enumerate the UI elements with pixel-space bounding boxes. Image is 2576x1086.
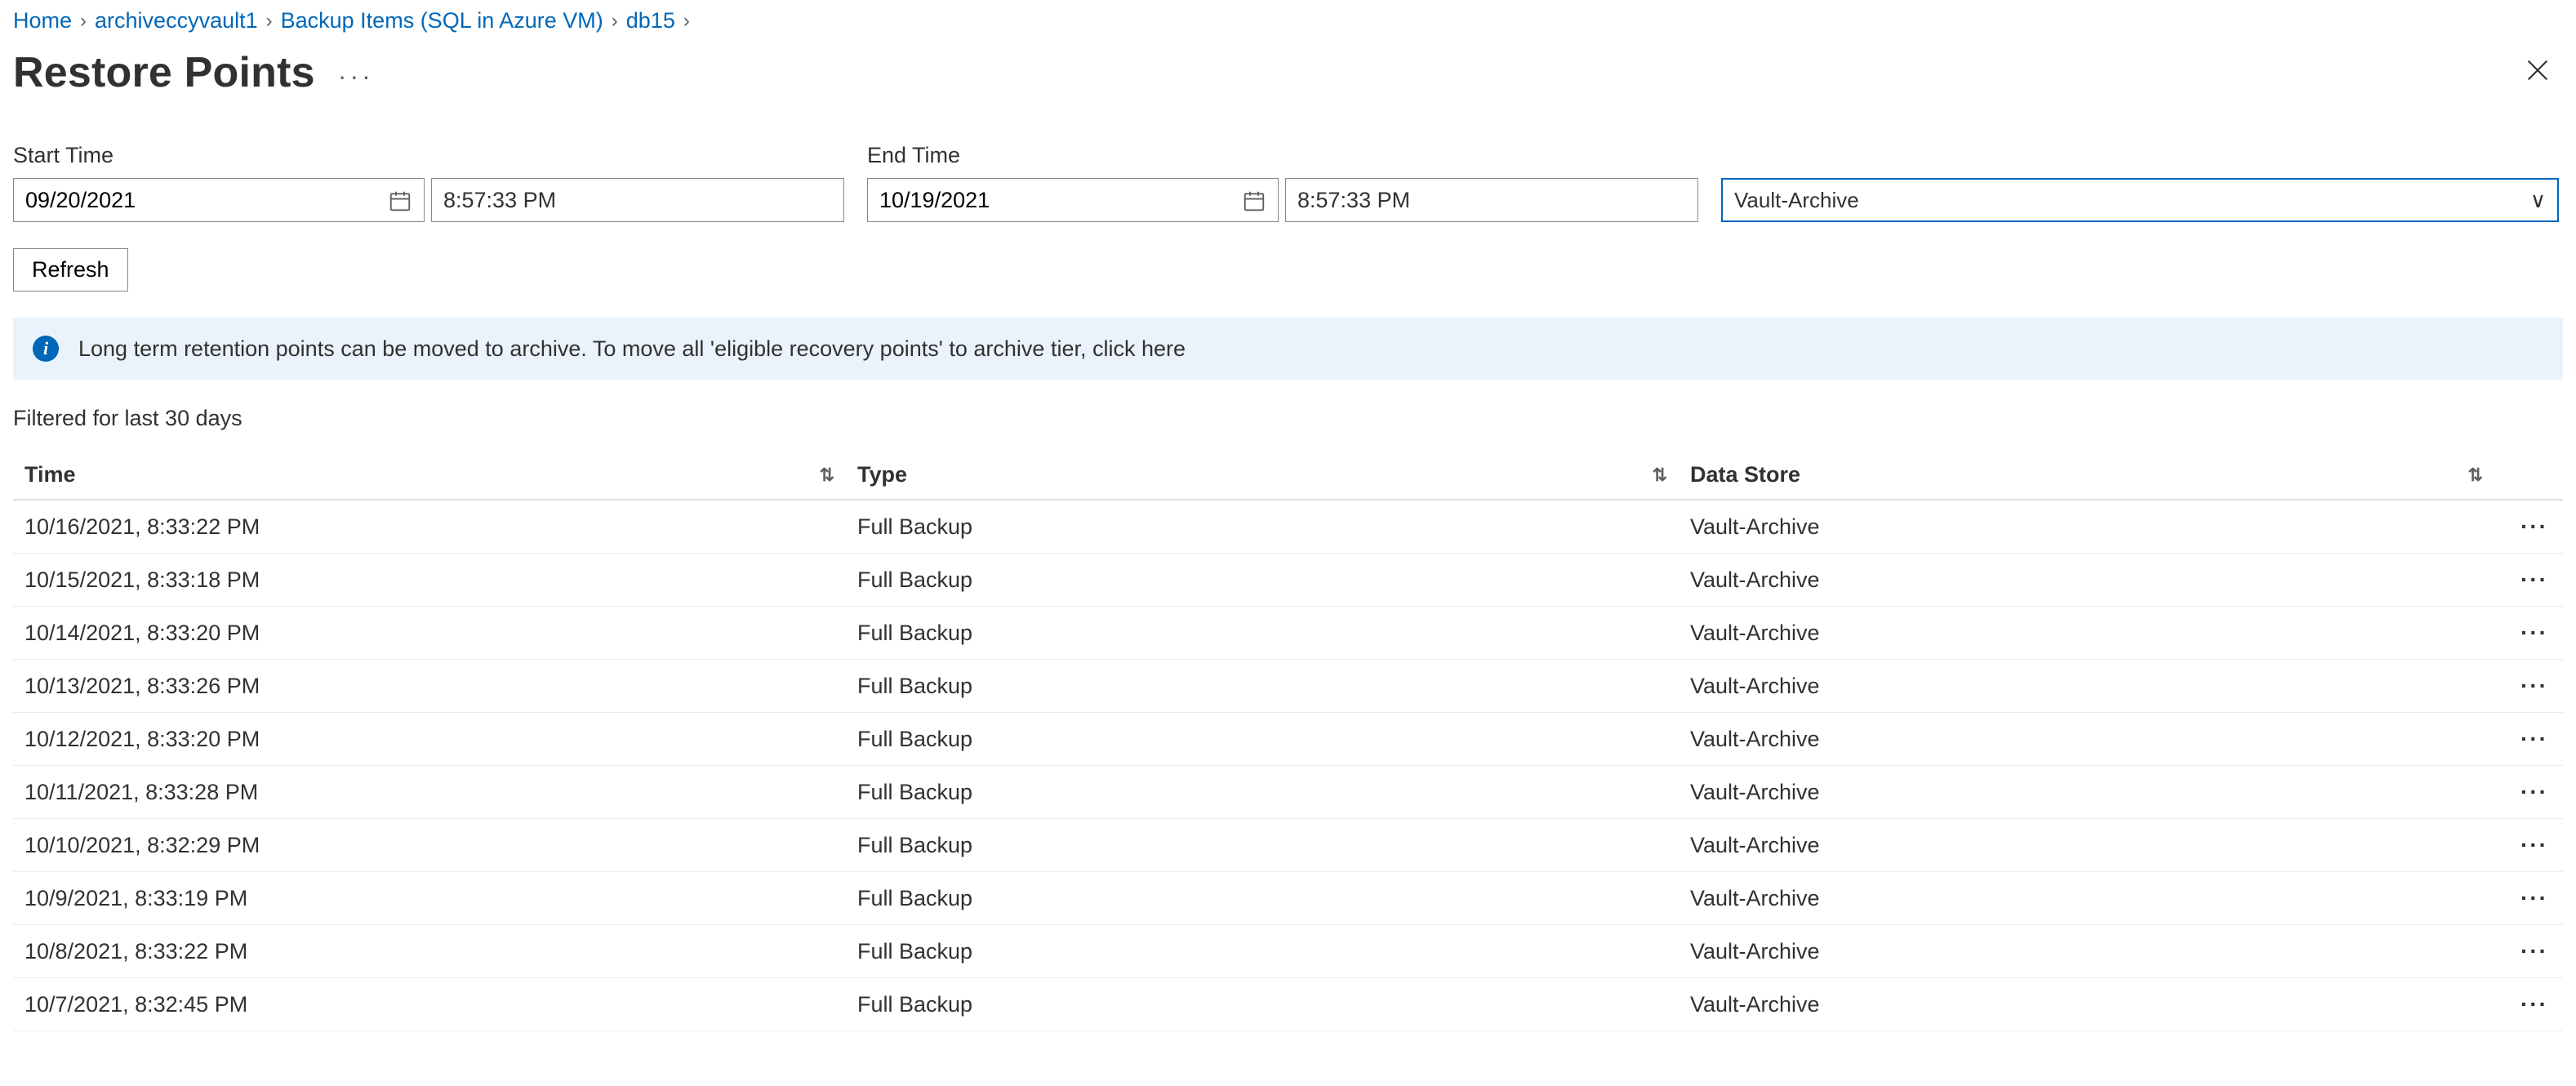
breadcrumb-vault[interactable]: archiveccyvault1 bbox=[95, 8, 258, 33]
cell-time: 10/7/2021, 8:32:45 PM bbox=[24, 992, 857, 1017]
row-more-actions[interactable]: ··· bbox=[2506, 567, 2563, 593]
cell-store: Vault-Archive bbox=[1690, 992, 2506, 1017]
table-row[interactable]: 10/16/2021, 8:33:22 PMFull BackupVault-A… bbox=[13, 501, 2563, 554]
filter-caption: Filtered for last 30 days bbox=[13, 406, 2563, 431]
info-banner[interactable]: i Long term retention points can be move… bbox=[13, 318, 2563, 380]
cell-time: 10/15/2021, 8:33:18 PM bbox=[24, 567, 857, 593]
col-time[interactable]: Time ⇅ bbox=[24, 462, 857, 487]
row-more-actions[interactable]: ··· bbox=[2506, 673, 2563, 699]
row-more-actions[interactable]: ··· bbox=[2506, 991, 2563, 1017]
calendar-icon[interactable] bbox=[1242, 189, 1266, 211]
breadcrumb-backup-items[interactable]: Backup Items (SQL in Azure VM) bbox=[281, 8, 603, 33]
info-text: Long term retention points can be moved … bbox=[78, 336, 1186, 362]
cell-store: Vault-Archive bbox=[1690, 621, 2506, 646]
breadcrumb: Home › archiveccyvault1 › Backup Items (… bbox=[13, 8, 2563, 33]
close-button[interactable] bbox=[2519, 51, 2556, 95]
cell-type: Full Backup bbox=[857, 567, 1690, 593]
cell-store: Vault-Archive bbox=[1690, 780, 2506, 805]
row-more-actions[interactable]: ··· bbox=[2506, 779, 2563, 805]
cell-store: Vault-Archive bbox=[1690, 939, 2506, 964]
table-row[interactable]: 10/14/2021, 8:33:20 PMFull BackupVault-A… bbox=[13, 607, 2563, 660]
table-row[interactable]: 10/9/2021, 8:33:19 PMFull BackupVault-Ar… bbox=[13, 872, 2563, 925]
chevron-right-icon: › bbox=[612, 10, 618, 33]
row-more-actions[interactable]: ··· bbox=[2506, 832, 2563, 858]
restore-points-table: Time ⇅ Type ⇅ Data Store ⇅ 10/16/2021, 8… bbox=[13, 452, 2563, 1031]
col-type-label: Type bbox=[857, 462, 907, 487]
cell-type: Full Backup bbox=[857, 674, 1690, 699]
chevron-right-icon: › bbox=[683, 10, 690, 33]
cell-time: 10/16/2021, 8:33:22 PM bbox=[24, 514, 857, 540]
cell-store: Vault-Archive bbox=[1690, 886, 2506, 911]
calendar-icon[interactable] bbox=[388, 189, 412, 211]
table-row[interactable]: 10/12/2021, 8:33:20 PMFull BackupVault-A… bbox=[13, 713, 2563, 766]
cell-type: Full Backup bbox=[857, 780, 1690, 805]
chevron-down-icon: ∨ bbox=[2530, 188, 2546, 213]
table-row[interactable]: 10/7/2021, 8:32:45 PMFull BackupVault-Ar… bbox=[13, 978, 2563, 1031]
row-more-actions[interactable]: ··· bbox=[2506, 514, 2563, 540]
tier-label bbox=[1721, 143, 2559, 168]
sort-icon[interactable]: ⇅ bbox=[2468, 465, 2506, 486]
refresh-button[interactable]: Refresh bbox=[13, 248, 128, 292]
cell-type: Full Backup bbox=[857, 939, 1690, 964]
cell-type: Full Backup bbox=[857, 886, 1690, 911]
cell-type: Full Backup bbox=[857, 727, 1690, 752]
table-row[interactable]: 10/15/2021, 8:33:18 PMFull BackupVault-A… bbox=[13, 554, 2563, 607]
cell-type: Full Backup bbox=[857, 833, 1690, 858]
more-actions-icon[interactable]: ··· bbox=[338, 63, 374, 89]
sort-icon[interactable]: ⇅ bbox=[820, 465, 857, 486]
table-row[interactable]: 10/8/2021, 8:33:22 PMFull BackupVault-Ar… bbox=[13, 925, 2563, 978]
cell-time: 10/11/2021, 8:33:28 PM bbox=[24, 780, 857, 805]
start-date-field[interactable] bbox=[25, 188, 344, 213]
table-header: Time ⇅ Type ⇅ Data Store ⇅ bbox=[13, 452, 2563, 501]
close-icon bbox=[2524, 56, 2552, 84]
cell-store: Vault-Archive bbox=[1690, 567, 2506, 593]
cell-time: 10/10/2021, 8:32:29 PM bbox=[24, 833, 857, 858]
cell-store: Vault-Archive bbox=[1690, 727, 2506, 752]
cell-time: 10/9/2021, 8:33:19 PM bbox=[24, 886, 857, 911]
col-store[interactable]: Data Store ⇅ bbox=[1690, 462, 2506, 487]
row-more-actions[interactable]: ··· bbox=[2506, 726, 2563, 752]
start-time-label: Start Time bbox=[13, 143, 844, 168]
page-title: Restore Points bbox=[13, 48, 315, 97]
cell-time: 10/14/2021, 8:33:20 PM bbox=[24, 621, 857, 646]
col-type[interactable]: Type ⇅ bbox=[857, 462, 1690, 487]
cell-time: 10/12/2021, 8:33:20 PM bbox=[24, 727, 857, 752]
tier-select[interactable]: Vault-Archive ∨ bbox=[1721, 178, 2559, 222]
table-row[interactable]: 10/10/2021, 8:32:29 PMFull BackupVault-A… bbox=[13, 819, 2563, 872]
cell-type: Full Backup bbox=[857, 621, 1690, 646]
cell-store: Vault-Archive bbox=[1690, 833, 2506, 858]
info-icon: i bbox=[33, 336, 59, 362]
cell-time: 10/8/2021, 8:33:22 PM bbox=[24, 939, 857, 964]
chevron-right-icon: › bbox=[266, 10, 273, 33]
sort-icon[interactable]: ⇅ bbox=[1653, 465, 1690, 486]
tier-selected-value: Vault-Archive bbox=[1734, 188, 1859, 213]
breadcrumb-db[interactable]: db15 bbox=[626, 8, 675, 33]
end-time-label: End Time bbox=[867, 143, 1698, 168]
end-date-input[interactable] bbox=[867, 178, 1279, 222]
row-more-actions[interactable]: ··· bbox=[2506, 938, 2563, 964]
col-time-label: Time bbox=[24, 462, 76, 487]
cell-type: Full Backup bbox=[857, 992, 1690, 1017]
cell-time: 10/13/2021, 8:33:26 PM bbox=[24, 674, 857, 699]
row-more-actions[interactable]: ··· bbox=[2506, 620, 2563, 646]
filter-bar: Start Time End Time Vault-A bbox=[13, 143, 2563, 222]
table-row[interactable]: 10/11/2021, 8:33:28 PMFull BackupVault-A… bbox=[13, 766, 2563, 819]
chevron-right-icon: › bbox=[80, 10, 87, 33]
start-date-input[interactable] bbox=[13, 178, 425, 222]
end-date-field[interactable] bbox=[879, 188, 1198, 213]
end-time-field[interactable] bbox=[1285, 178, 1698, 222]
table-row[interactable]: 10/13/2021, 8:33:26 PMFull BackupVault-A… bbox=[13, 660, 2563, 713]
breadcrumb-home[interactable]: Home bbox=[13, 8, 72, 33]
col-store-label: Data Store bbox=[1690, 462, 1800, 487]
start-time-field[interactable] bbox=[431, 178, 844, 222]
cell-type: Full Backup bbox=[857, 514, 1690, 540]
cell-store: Vault-Archive bbox=[1690, 674, 2506, 699]
row-more-actions[interactable]: ··· bbox=[2506, 885, 2563, 911]
cell-store: Vault-Archive bbox=[1690, 514, 2506, 540]
